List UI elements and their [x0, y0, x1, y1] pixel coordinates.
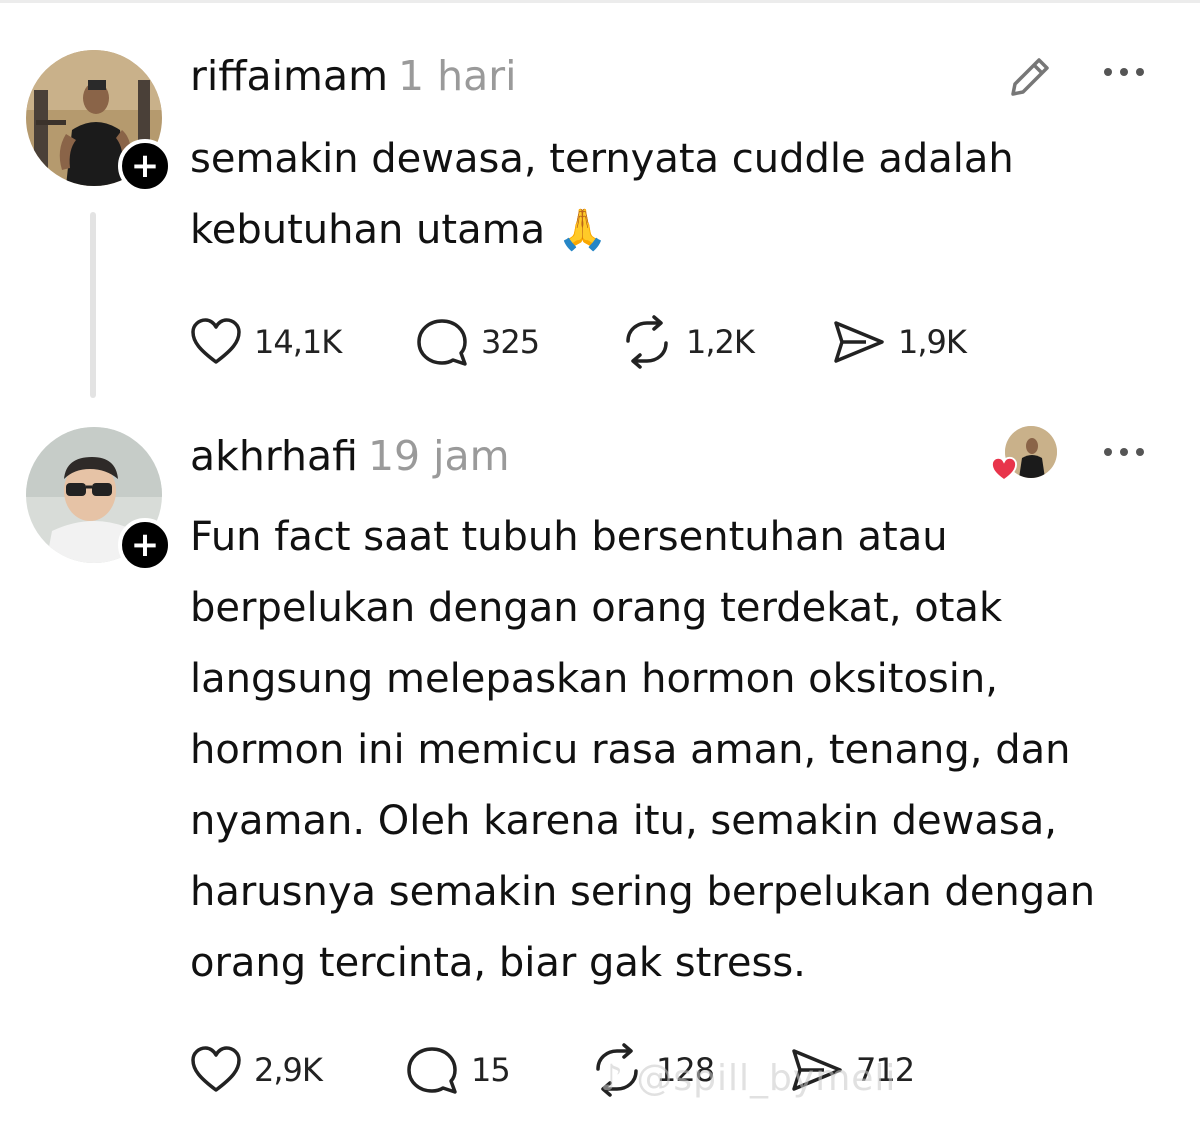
- more-icon[interactable]: [1102, 442, 1146, 462]
- share-count: 1,9K: [898, 323, 967, 361]
- like-button[interactable]: 14,1K: [190, 312, 342, 372]
- post-text: semakin dewasa, ternyata cuddle adalah k…: [190, 136, 1014, 253]
- like-button[interactable]: 2,9K: [190, 1040, 323, 1100]
- follow-plus-button[interactable]: +: [118, 518, 172, 572]
- watermark-text: ♪ @spill_bymeli: [600, 1058, 897, 1099]
- reply-count: 15: [471, 1051, 511, 1089]
- timestamp: 19 jam: [367, 432, 510, 480]
- repost-count: 1,2K: [686, 323, 755, 361]
- timestamp: 1 hari: [398, 52, 517, 100]
- reply-icon: [407, 1047, 457, 1094]
- reply-count: 325: [481, 323, 540, 361]
- username[interactable]: riffaimam: [190, 52, 388, 100]
- share-icon: [834, 321, 884, 363]
- share-button[interactable]: 1,9K: [832, 312, 967, 372]
- liked-heart-icon: [990, 456, 1018, 482]
- reply-button[interactable]: 325: [415, 312, 540, 372]
- top-divider: [0, 0, 1200, 3]
- heart-icon: [191, 318, 241, 364]
- post-header: riffaimam 1 hari: [190, 52, 517, 100]
- post-text: Fun fact saat tubuh bersentuhan atau ber…: [190, 514, 1096, 986]
- pencil-icon[interactable]: [1005, 52, 1055, 102]
- username[interactable]: akhrhafi: [190, 432, 358, 480]
- follow-plus-button[interactable]: +: [118, 139, 172, 193]
- reply-icon: [417, 319, 467, 366]
- reply-button[interactable]: 15: [405, 1040, 511, 1100]
- like-count: 2,9K: [254, 1051, 323, 1089]
- more-icon[interactable]: [1102, 62, 1146, 82]
- thread-connector: [90, 212, 96, 398]
- heart-icon: [191, 1046, 241, 1092]
- repost-button[interactable]: 1,2K: [620, 312, 755, 372]
- repost-icon: [626, 315, 668, 369]
- like-count: 14,1K: [254, 323, 342, 361]
- post-header: akhrhafi 19 jam: [190, 432, 510, 480]
